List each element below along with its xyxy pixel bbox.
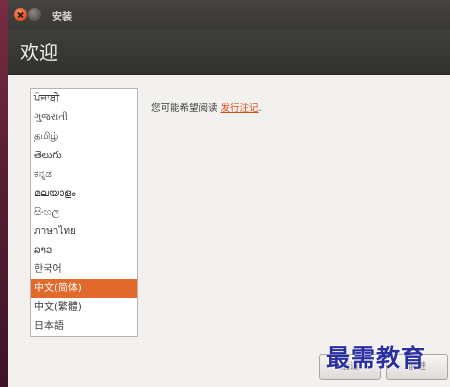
language-item[interactable]: සිංහල xyxy=(31,203,137,222)
language-item[interactable]: ລາວ xyxy=(31,241,137,260)
release-notes-link[interactable]: 发行注记 xyxy=(221,103,259,114)
language-item[interactable]: ภาษาไทย xyxy=(31,222,137,241)
window-titlebar[interactable]: 安装 xyxy=(8,0,450,30)
language-item[interactable]: తెలుగు xyxy=(31,146,137,165)
release-notes-prefix: 您可能希望阅读 xyxy=(151,103,218,114)
close-icon[interactable] xyxy=(14,8,27,21)
language-item[interactable]: ગુજરાતી xyxy=(31,108,137,127)
release-notes-suffix: . xyxy=(258,103,262,114)
page-title: 欢迎 xyxy=(20,42,59,64)
window-title: 安装 xyxy=(52,12,72,23)
release-notes-text: 您可能希望阅读 发行注记. xyxy=(151,100,262,114)
installer-window: 安装 欢迎 ਪੰਜਾਬੀ ગુજરાતી தமிழ் తెలుగు ಕನ್ನಡ … xyxy=(8,0,450,387)
language-item[interactable]: മലയാളം xyxy=(31,184,137,203)
watermark-text: 最需教育 xyxy=(326,344,426,372)
language-item-selected[interactable]: 中文(简体) xyxy=(31,279,137,298)
language-item[interactable]: ਪੰਜਾਬੀ xyxy=(31,89,137,108)
language-list[interactable]: ਪੰਜਾਬੀ ગુજરાતી தமிழ் తెలుగు ಕನ್ನಡ മലയാളം… xyxy=(30,88,138,337)
language-item[interactable]: ಕನ್ನಡ xyxy=(31,165,137,184)
language-item[interactable]: தமிழ் xyxy=(31,127,137,146)
language-item[interactable]: 日本語 xyxy=(31,317,137,336)
minimize-icon[interactable] xyxy=(28,8,41,21)
desktop-background xyxy=(0,0,8,387)
language-item[interactable]: 中文(繁體) xyxy=(31,298,137,317)
page-header: 欢迎 xyxy=(8,30,450,75)
language-item[interactable]: 한국어 xyxy=(31,260,137,279)
